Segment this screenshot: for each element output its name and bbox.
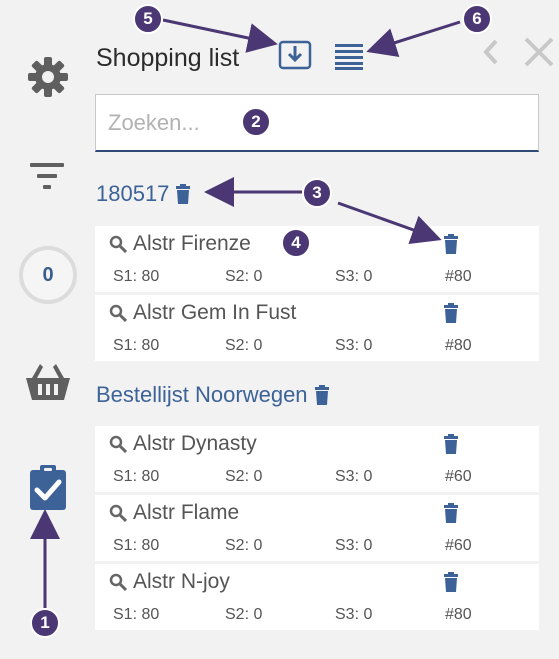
trash-icon[interactable] [175, 184, 191, 204]
clipboard-check-icon [30, 465, 66, 510]
annotation-marker: 1 [30, 608, 60, 638]
trash-icon[interactable] [314, 385, 330, 405]
annotation-marker: 3 [302, 178, 332, 208]
list-icon [335, 44, 363, 70]
gear-icon [28, 57, 68, 97]
item-counter: 0 [19, 246, 77, 304]
group-title[interactable]: 180517 [96, 181, 191, 207]
trash-icon[interactable] [443, 234, 459, 254]
annotation-marker: 4 [281, 228, 311, 258]
stat-s3: S3: 0 [335, 268, 373, 285]
item-name-label: Alstr Flame [133, 501, 240, 524]
download-icon [278, 40, 312, 70]
basket-icon [26, 364, 70, 400]
filter-button[interactable] [18, 146, 78, 206]
list-item[interactable]: Alstr Gem In Fust S1: 80 S2: 0 S3: 0 #80 [95, 295, 539, 361]
stat-qty: #60 [445, 537, 472, 554]
search-icon [109, 573, 127, 591]
group-title[interactable]: Bestellijst Noorwegen [96, 382, 330, 408]
search-input[interactable] [95, 94, 539, 152]
download-button[interactable] [278, 40, 312, 75]
group-name: Bestellijst Noorwegen [96, 382, 308, 407]
stat-s2: S2: 0 [225, 337, 263, 354]
trash-icon[interactable] [443, 572, 459, 592]
item-name[interactable]: Alstr Dynasty [109, 432, 257, 456]
stat-s3: S3: 0 [335, 468, 373, 485]
close-icon [524, 37, 554, 67]
item-name[interactable]: Alstr Flame [109, 501, 239, 525]
stat-s1: S1: 80 [113, 606, 160, 623]
filter-icon [30, 163, 64, 189]
stat-qty: #80 [445, 268, 472, 285]
stat-qty: #80 [445, 606, 472, 623]
item-name[interactable]: Alstr Gem In Fust [109, 301, 296, 325]
chevron-left-icon [483, 39, 498, 65]
list-item[interactable]: Alstr Firenze S1: 80 S2: 0 S3: 0 #80 [95, 226, 539, 292]
trash-icon[interactable] [443, 303, 459, 323]
close-button[interactable] [522, 35, 556, 74]
basket-button[interactable] [18, 352, 78, 412]
list-item[interactable]: Alstr Dynasty S1: 80 S2: 0 S3: 0 #60 [95, 426, 539, 492]
stat-qty: #80 [445, 337, 472, 354]
stat-qty: #60 [445, 468, 472, 485]
annotation-marker: 5 [133, 4, 163, 34]
list-view-button[interactable] [334, 42, 364, 75]
search-icon [109, 235, 127, 253]
stat-s1: S1: 80 [113, 268, 160, 285]
search-icon [109, 304, 127, 322]
sidebar: 0 [0, 0, 90, 659]
trash-icon[interactable] [443, 503, 459, 523]
item-name[interactable]: Alstr N-joy [109, 570, 230, 594]
annotation-marker: 2 [241, 107, 271, 137]
list-item[interactable]: Alstr N-joy S1: 80 S2: 0 S3: 0 #80 [95, 564, 539, 630]
back-button[interactable] [480, 37, 502, 72]
stat-s3: S3: 0 [335, 337, 373, 354]
list-item[interactable]: Alstr Flame S1: 80 S2: 0 S3: 0 #60 [95, 495, 539, 561]
item-name-label: Alstr Dynasty [133, 432, 257, 455]
item-name-label: Alstr N-joy [133, 570, 230, 593]
annotation-marker: 6 [462, 4, 492, 34]
shopping-list-button[interactable] [18, 457, 78, 517]
stat-s2: S2: 0 [225, 606, 263, 623]
counter-badge[interactable]: 0 [18, 245, 78, 305]
stat-s2: S2: 0 [225, 468, 263, 485]
search-icon [109, 504, 127, 522]
stat-s1: S1: 80 [113, 337, 160, 354]
item-name-label: Alstr Firenze [133, 232, 251, 255]
item-name-label: Alstr Gem In Fust [133, 301, 297, 324]
page-title: Shopping list [96, 44, 240, 72]
stat-s3: S3: 0 [335, 606, 373, 623]
shopping-list-panel: Shopping list 180517 [90, 0, 559, 659]
stat-s2: S2: 0 [225, 537, 263, 554]
stat-s1: S1: 80 [113, 537, 160, 554]
stat-s3: S3: 0 [335, 537, 373, 554]
search-icon [109, 435, 127, 453]
trash-icon[interactable] [443, 434, 459, 454]
group-name: 180517 [96, 181, 170, 206]
stat-s1: S1: 80 [113, 468, 160, 485]
item-name[interactable]: Alstr Firenze [109, 232, 251, 256]
stat-s2: S2: 0 [225, 268, 263, 285]
settings-button[interactable] [18, 47, 78, 107]
